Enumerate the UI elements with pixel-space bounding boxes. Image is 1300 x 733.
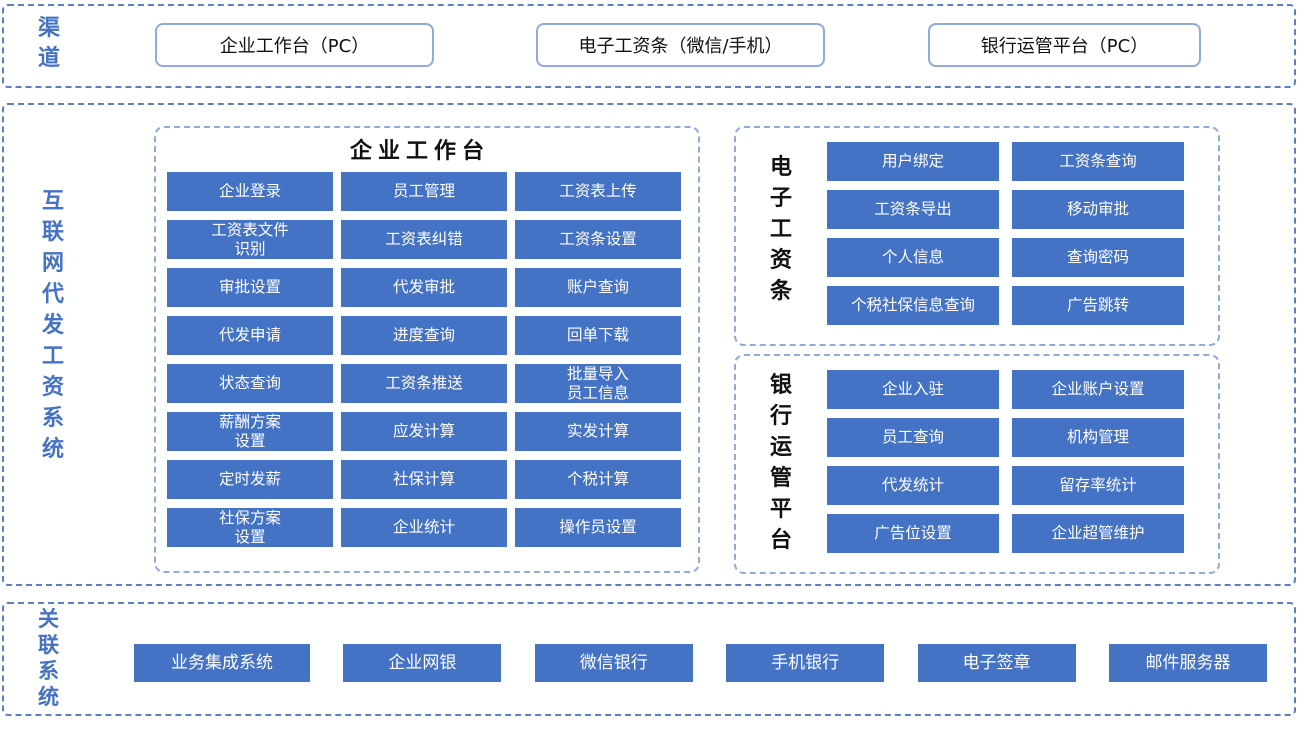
core-label-char: 资 <box>42 375 65 400</box>
workbench-item: 代发审批 <box>341 268 507 307</box>
workbench-item: 个税计算 <box>515 460 681 499</box>
bank-title-char: 管 <box>770 466 793 491</box>
bank-item: 机构管理 <box>1012 418 1184 457</box>
bank-item: 广告位设置 <box>827 514 999 553</box>
core-label-char: 网 <box>42 251 65 276</box>
bank-title-char: 银 <box>770 373 793 398</box>
payslip-item: 工资条导出 <box>827 190 999 229</box>
bank-item: 企业入驻 <box>827 370 999 409</box>
bank-title: 银 行 运 管 平 台 <box>770 370 792 556</box>
workbench-item: 工资表上传 <box>515 172 681 211</box>
related-system-item: 企业网银 <box>343 644 502 682</box>
bank-item: 留存率统计 <box>1012 466 1184 505</box>
workbench-item: 批量导入 员工信息 <box>515 364 681 403</box>
workbench-item: 状态查询 <box>167 364 333 403</box>
core-label-char: 系 <box>42 406 65 431</box>
related-systems-label: 关 联 系 统 <box>38 606 59 710</box>
channel-e-payslip: 电子工资条（微信/手机） <box>536 23 825 67</box>
channel-bank-ops-platform: 银行运管平台（PC） <box>928 23 1201 67</box>
workbench-item: 操作员设置 <box>515 508 681 547</box>
related-label-char: 统 <box>38 685 59 709</box>
core-label-char: 联 <box>42 220 65 245</box>
core-label-char: 发 <box>42 313 65 338</box>
workbench-item: 工资表文件 识别 <box>167 220 333 259</box>
related-label-char: 关 <box>38 607 59 631</box>
workbench-item: 社保方案 设置 <box>167 508 333 547</box>
related-label-char: 系 <box>38 659 59 683</box>
payslip-item: 查询密码 <box>1012 238 1184 277</box>
related-label-char: 联 <box>38 633 59 657</box>
core-system-label: 互 联 网 代 发 工 资 系 统 <box>42 186 64 465</box>
bank-item: 企业账户设置 <box>1012 370 1184 409</box>
workbench-item: 账户查询 <box>515 268 681 307</box>
payslip-title-char: 子 <box>770 186 793 211</box>
workbench-item: 员工管理 <box>341 172 507 211</box>
bank-title-char: 行 <box>770 404 793 429</box>
bank-title-char: 台 <box>770 528 793 553</box>
workbench-item: 社保计算 <box>341 460 507 499</box>
related-system-item: 电子签章 <box>917 644 1076 682</box>
channels-label-char: 道 <box>38 46 61 71</box>
workbench-item: 应发计算 <box>341 412 507 451</box>
payslip-item: 工资条查询 <box>1012 142 1184 181</box>
workbench-item: 企业登录 <box>167 172 333 211</box>
workbench-item: 工资条设置 <box>515 220 681 259</box>
core-label-char: 工 <box>42 344 65 369</box>
bank-item: 代发统计 <box>827 466 999 505</box>
related-system-item: 业务集成系统 <box>134 644 310 682</box>
core-label-char: 代 <box>42 282 65 307</box>
payslip-title: 电 子 工 资 条 <box>770 152 792 307</box>
payslip-item: 个税社保信息查询 <box>827 286 999 325</box>
core-label-char: 统 <box>42 437 65 462</box>
workbench-grid: 企业登录 员工管理 工资表上传工资表文件 识别 工资表纠错 工资条设置审批设置 代发审批账… <box>167 172 681 547</box>
payslip-title-char: 条 <box>770 279 793 304</box>
workbench-item: 企业统计 <box>341 508 507 547</box>
workbench-item: 审批设置 <box>167 268 333 307</box>
core-label-char: 互 <box>42 189 65 214</box>
workbench-item: 工资条推送 <box>341 364 507 403</box>
payslip-title-char: 资 <box>770 248 793 273</box>
workbench-item: 进度查询 <box>341 316 507 355</box>
payslip-title-char: 工 <box>770 217 793 242</box>
workbench-item: 定时发薪 <box>167 460 333 499</box>
payslip-item: 个人信息 <box>827 238 999 277</box>
channels-label: 渠 道 <box>38 14 60 74</box>
related-system-item: 邮件服务器 <box>1108 644 1267 682</box>
payslip-grid: 用户绑定 工资条查询 工资条导出 移动审批 个人信息 查询密码 个税社保信息查询 广告跳转 <box>827 142 1184 325</box>
related-system-item: 微信银行 <box>534 644 693 682</box>
channel-enterprise-workbench: 企业工作台（PC） <box>155 23 434 67</box>
workbench-title: 企业工作台 <box>350 139 491 164</box>
payslip-item: 移动审批 <box>1012 190 1184 229</box>
bank-title-char: 平 <box>770 497 793 522</box>
channels-label-char: 渠 <box>38 16 61 41</box>
workbench-item: 代发申请 <box>167 316 333 355</box>
bank-title-char: 运 <box>770 435 793 460</box>
related-systems-row: 业务集成系统 企业网银 微信银行 手机银行 电子签章 邮件服务器 <box>134 644 1267 682</box>
payslip-title-char: 电 <box>770 155 793 180</box>
workbench-item: 回单下载 <box>515 316 681 355</box>
bank-item: 企业超管维护 <box>1012 514 1184 553</box>
payslip-item: 广告跳转 <box>1012 286 1184 325</box>
bank-item: 员工查询 <box>827 418 999 457</box>
related-system-item: 手机银行 <box>726 644 885 682</box>
workbench-item: 工资表纠错 <box>341 220 507 259</box>
payslip-item: 用户绑定 <box>827 142 999 181</box>
bank-grid: 企业入驻 企业账户设置 员工查询 机构管理 代发统计 留存率统计 广告位设置 企业超管维护 <box>827 370 1184 553</box>
workbench-item: 薪酬方案 设置 <box>167 412 333 451</box>
workbench-item: 实发计算 <box>515 412 681 451</box>
